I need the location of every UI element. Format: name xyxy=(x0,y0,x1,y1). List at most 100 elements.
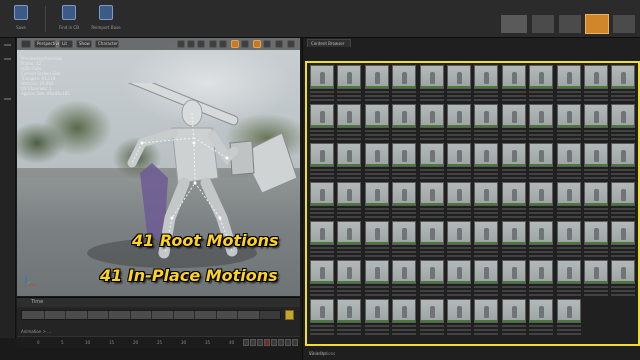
animation-asset-thumbnail[interactable] xyxy=(611,221,636,260)
animation-asset-thumbnail[interactable] xyxy=(529,182,554,221)
animation-asset-thumbnail[interactable] xyxy=(392,104,417,143)
mode-tab-skeleton[interactable] xyxy=(500,14,528,34)
character-button[interactable]: Character xyxy=(95,40,119,48)
animation-asset-thumbnail[interactable] xyxy=(392,182,417,221)
animation-asset-thumbnail[interactable] xyxy=(501,182,526,221)
reimport-button[interactable]: Reimport Base xyxy=(89,3,123,35)
animation-asset-thumbnail[interactable] xyxy=(310,65,334,104)
animation-asset-thumbnail[interactable] xyxy=(446,104,471,143)
animation-asset-thumbnail[interactable] xyxy=(474,65,499,104)
animation-asset-thumbnail[interactable] xyxy=(337,182,362,221)
play-reverse-button[interactable] xyxy=(257,339,263,346)
animation-asset-thumbnail[interactable] xyxy=(446,65,471,104)
to-start-button[interactable] xyxy=(243,339,249,346)
grid-snap-icon[interactable] xyxy=(231,40,239,48)
save-button[interactable]: Save xyxy=(4,3,38,35)
maximize-icon[interactable] xyxy=(287,40,295,48)
animation-asset-thumbnail[interactable] xyxy=(474,182,499,221)
animation-asset-thumbnail[interactable] xyxy=(583,104,608,143)
animation-asset-thumbnail[interactable] xyxy=(446,182,471,221)
animation-asset-thumbnail[interactable] xyxy=(529,260,554,299)
animation-asset-thumbnail[interactable] xyxy=(446,143,471,182)
animation-asset-thumbnail[interactable] xyxy=(474,221,499,260)
animation-asset-thumbnail[interactable] xyxy=(337,65,362,104)
animation-asset-thumbnail[interactable] xyxy=(392,299,417,338)
animation-asset-thumbnail[interactable] xyxy=(364,143,389,182)
animation-asset-thumbnail[interactable] xyxy=(310,299,334,338)
animation-asset-thumbnail[interactable] xyxy=(337,143,362,182)
animation-asset-thumbnail[interactable] xyxy=(556,104,581,143)
animation-asset-thumbnail[interactable] xyxy=(337,260,362,299)
animation-asset-thumbnail[interactable] xyxy=(474,143,499,182)
animation-asset-thumbnail[interactable] xyxy=(364,299,389,338)
animation-asset-thumbnail[interactable] xyxy=(446,260,471,299)
to-end-button[interactable] xyxy=(285,339,291,346)
scale-icon[interactable] xyxy=(197,40,205,48)
animation-asset-thumbnail[interactable] xyxy=(419,299,444,338)
animation-asset-thumbnail[interactable] xyxy=(529,299,554,338)
animation-asset-thumbnail[interactable] xyxy=(556,65,581,104)
animation-asset-thumbnail[interactable] xyxy=(583,143,608,182)
animation-asset-thumbnail[interactable] xyxy=(310,260,334,299)
keyframe-marker[interactable] xyxy=(285,310,294,320)
panel-grip[interactable] xyxy=(4,44,11,46)
animation-asset-thumbnail[interactable] xyxy=(364,182,389,221)
animation-asset-thumbnail[interactable] xyxy=(419,260,444,299)
animation-asset-thumbnail[interactable] xyxy=(310,221,334,260)
animation-asset-thumbnail[interactable] xyxy=(337,104,362,143)
animation-asset-thumbnail[interactable] xyxy=(583,182,608,221)
animation-asset-thumbnail[interactable] xyxy=(419,221,444,260)
animation-asset-thumbnail[interactable] xyxy=(310,104,334,143)
animation-asset-thumbnail[interactable] xyxy=(419,65,444,104)
animation-asset-thumbnail[interactable] xyxy=(474,104,499,143)
animation-asset-thumbnail[interactable] xyxy=(529,143,554,182)
rotation-size-icon[interactable] xyxy=(263,40,271,48)
camera-speed-icon[interactable] xyxy=(275,40,283,48)
animation-asset-thumbnail[interactable] xyxy=(310,182,334,221)
panel-grip[interactable] xyxy=(4,58,11,60)
mode-tab-physics[interactable] xyxy=(612,14,636,34)
animation-asset-thumbnail[interactable] xyxy=(446,221,471,260)
animation-asset-thumbnail[interactable] xyxy=(529,221,554,260)
animation-asset-thumbnail[interactable] xyxy=(583,260,608,299)
animation-asset-thumbnail[interactable] xyxy=(556,143,581,182)
animation-asset-thumbnail[interactable] xyxy=(392,65,417,104)
scrub-bar[interactable] xyxy=(21,310,281,320)
panel-grip[interactable] xyxy=(4,98,11,100)
play-button[interactable] xyxy=(271,339,277,346)
step-forward-button[interactable] xyxy=(278,339,284,346)
animation-asset-thumbnail[interactable] xyxy=(364,260,389,299)
preview-viewport[interactable]: Perspective Lit Show Character Previewin… xyxy=(17,38,300,296)
viewport-menu-button[interactable] xyxy=(21,40,31,48)
animation-asset-thumbnail[interactable] xyxy=(556,182,581,221)
animation-asset-thumbnail[interactable] xyxy=(310,143,334,182)
animation-asset-thumbnail[interactable] xyxy=(474,299,499,338)
perspective-button[interactable]: Perspective xyxy=(34,40,60,48)
animation-asset-thumbnail[interactable] xyxy=(529,65,554,104)
animation-asset-thumbnail[interactable] xyxy=(501,260,526,299)
animation-asset-thumbnail[interactable] xyxy=(419,104,444,143)
animation-asset-thumbnail[interactable] xyxy=(419,143,444,182)
move-icon[interactable] xyxy=(177,40,185,48)
animation-asset-thumbnail[interactable] xyxy=(419,182,444,221)
content-browser-tab[interactable]: Content Browser xyxy=(307,39,351,47)
animation-asset-thumbnail[interactable] xyxy=(474,260,499,299)
animation-asset-thumbnail[interactable] xyxy=(556,221,581,260)
surface-snap-icon[interactable] xyxy=(219,40,227,48)
animation-asset-thumbnail[interactable] xyxy=(364,65,389,104)
animation-asset-thumbnail[interactable] xyxy=(392,260,417,299)
animation-asset-thumbnail[interactable] xyxy=(583,221,608,260)
grid-size-icon[interactable] xyxy=(241,40,249,48)
animation-asset-thumbnail[interactable] xyxy=(556,260,581,299)
animation-asset-thumbnail[interactable] xyxy=(611,65,636,104)
animation-asset-thumbnail[interactable] xyxy=(392,221,417,260)
animation-asset-thumbnail[interactable] xyxy=(583,65,608,104)
animation-asset-thumbnail[interactable] xyxy=(446,299,471,338)
find-in-cb-button[interactable]: Find in CB xyxy=(52,3,86,35)
animation-asset-thumbnail[interactable] xyxy=(501,143,526,182)
animation-asset-thumbnail[interactable] xyxy=(611,104,636,143)
lit-button[interactable]: Lit xyxy=(59,40,73,48)
show-button[interactable]: Show xyxy=(76,40,92,48)
mode-tab-animation[interactable] xyxy=(558,14,582,34)
rotate-icon[interactable] xyxy=(187,40,195,48)
